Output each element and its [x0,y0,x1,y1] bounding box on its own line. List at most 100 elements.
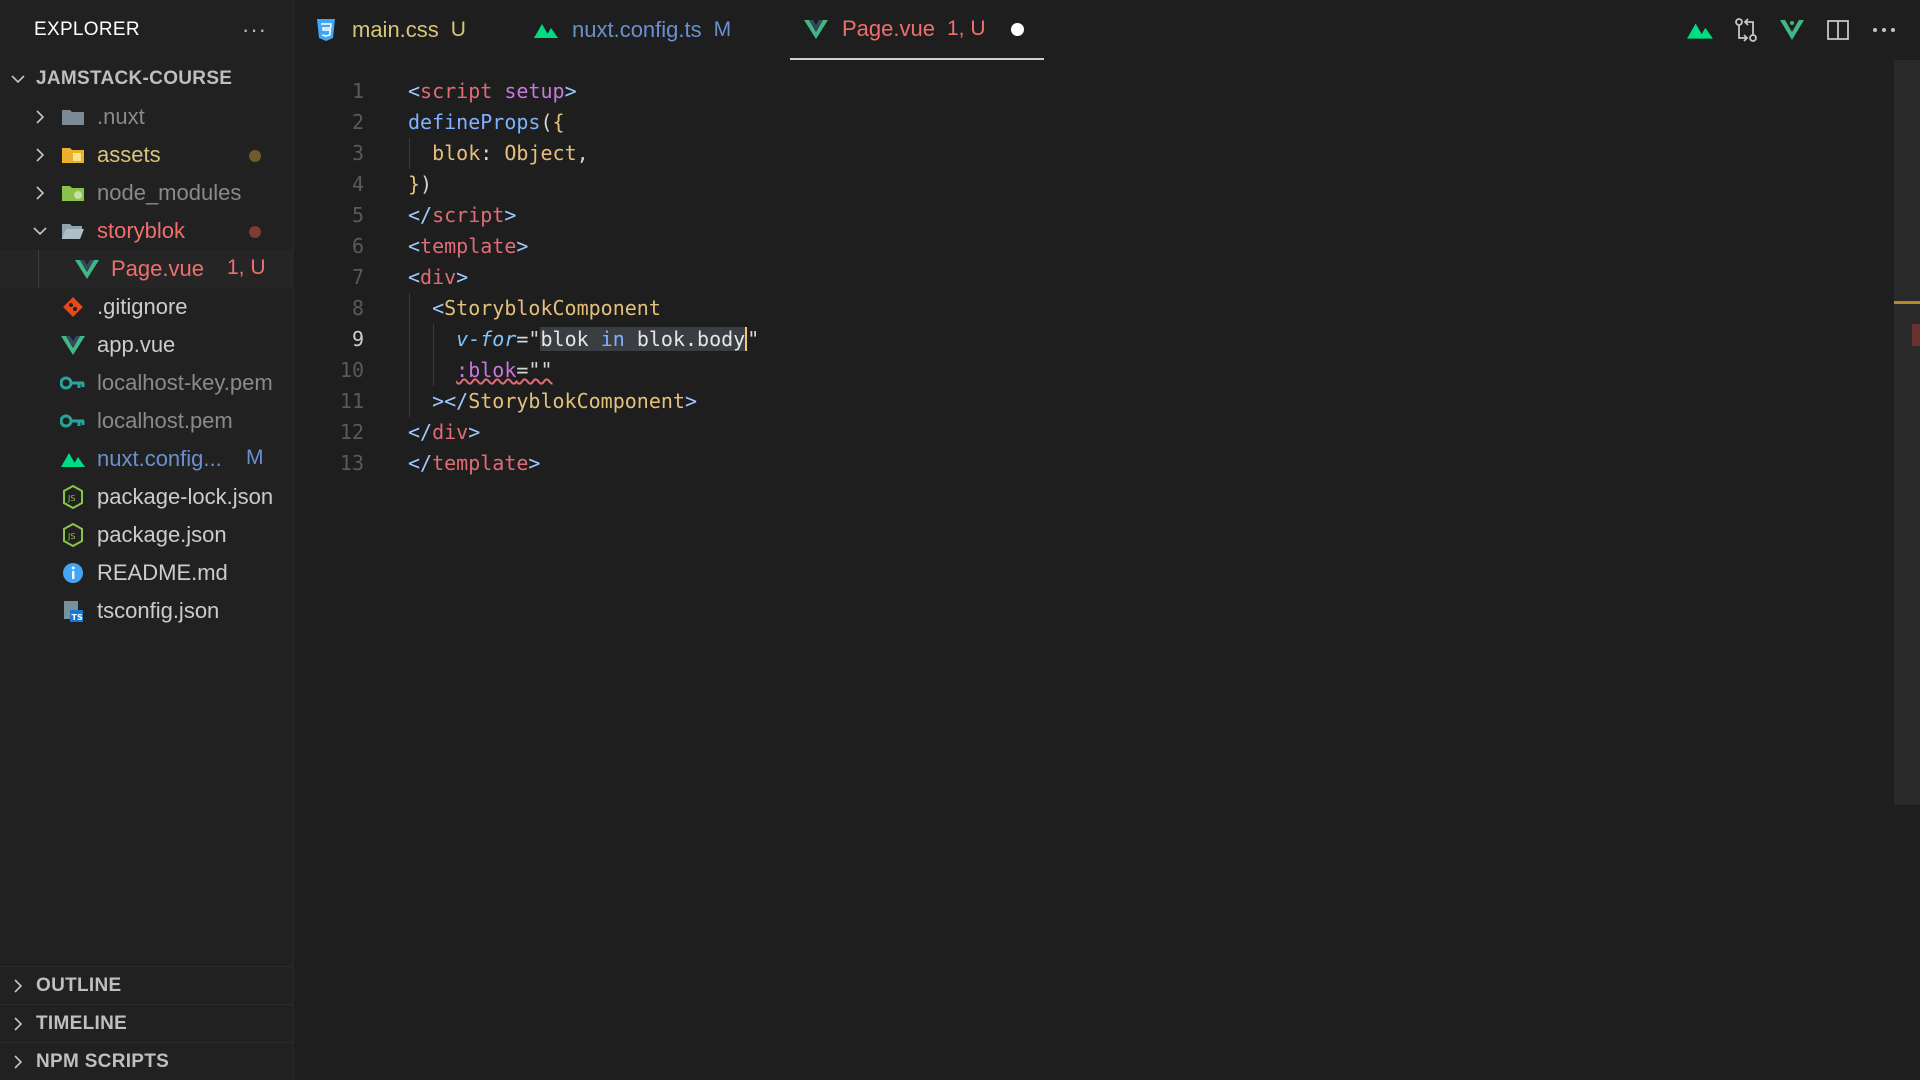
vue-icon [74,257,100,281]
code-line: 9 v-for="blok in blok.body " [294,324,1894,355]
line-number: 2 [351,110,364,134]
indent-guide [38,250,39,288]
tree-item-label: storyblok [97,218,186,243]
css-icon [312,16,340,44]
tab-page-vue[interactable]: Page.vue 1, U [790,0,1045,60]
svg-text:JS: JS [67,532,75,541]
code-line: 10 :blok="" [294,355,1894,386]
project-root[interactable]: JAMSTACK-COURSE [0,60,294,98]
code-line: 8 <StoryblokComponent [294,293,1894,324]
code-line: 3 blok: Object, [294,138,1894,169]
code-text: <script setup> [408,79,577,103]
svg-text:TS: TS [72,613,83,622]
tree-item-label: assets [97,142,161,167]
line-number: 4 [351,172,364,196]
line-number: 1 [351,79,364,103]
tree-item-tsconfig[interactable]: TS tsconfig.json [0,592,294,630]
tree-item-label: README.md [97,560,228,585]
tree-item-storyblok-folder[interactable]: storyblok [0,212,294,250]
more-actions-icon[interactable]: ··· [242,17,267,43]
code-line: 6 <template> [294,231,1894,262]
panel-outline[interactable]: OUTLINE [0,966,294,1004]
tree-item-label: localhost.pem [97,408,233,433]
tree-item-node-modules-folder[interactable]: node_modules [0,174,294,212]
chevron-right-icon [8,1014,28,1034]
code-line: 11 ></StoryblokComponent> [294,386,1894,417]
assets-folder-icon [60,143,86,167]
line-number: 7 [351,265,364,289]
tree-item-label: node_modules [97,180,242,205]
more-actions-icon[interactable] [1868,12,1900,48]
line-number: 8 [351,296,364,320]
tree-item-gitignore[interactable]: .gitignore [0,288,294,326]
tab-label: Page.vue [842,16,935,41]
tree-item-package-lock[interactable]: JS package-lock.json [0,478,294,516]
editor-scrollbar[interactable] [1894,60,1920,805]
chevron-right-icon [8,1052,28,1072]
split-editor-icon[interactable] [1822,12,1854,48]
tab-status: U [450,18,466,41]
tab-label: main.css [352,17,439,42]
panel-npm-scripts[interactable]: NPM SCRIPTS [0,1042,294,1080]
tree-item-label: .nuxt [97,104,145,129]
explorer-header: EXPLORER ··· [0,0,293,60]
nodejs-icon: JS [60,523,86,547]
tree-item-label: package.json [97,522,227,547]
svg-text:JS: JS [67,494,75,503]
tree-item-package-json[interactable]: JS package.json [0,516,294,554]
tree-item-readme[interactable]: README.md [0,554,294,592]
tab-status: M [713,18,732,41]
info-icon [60,561,86,585]
code-line: 1 <script setup> [294,76,1894,107]
code-line: 4 }) [294,169,1894,200]
unsaved-indicator[interactable] [1011,22,1025,36]
editor-toolbar [1684,12,1900,48]
explorer-sidebar: EXPLORER ··· JAMSTACK-COURSE .nuxt asset… [0,0,294,1080]
tree-item-localhost-pem[interactable]: localhost.pem [0,402,294,440]
sidebar-panels: OUTLINE TIMELINE NPM SCRIPTS [0,966,294,1080]
vue-devtools-icon[interactable] [1776,12,1808,48]
code-editor[interactable]: 1 <script setup> 2 defineProps({ 3 blok:… [294,60,1894,1080]
code-text: <div> [408,265,469,289]
tree-item-app-vue[interactable]: app.vue [0,326,294,364]
code-text: }) [408,172,433,196]
panel-timeline[interactable]: TIMELINE [0,1004,294,1042]
tree-item-label: tsconfig.json [97,598,220,623]
line-number: 10 [339,358,364,382]
code-text: :blok="" [456,358,553,382]
code-text: blok: Object, [432,141,589,165]
code-text: </script> [408,203,517,227]
tab-nuxt-config[interactable]: nuxt.config.ts M [532,0,731,60]
compare-changes-icon[interactable] [1730,12,1762,48]
code-text: </template> [408,451,541,475]
code-line: 7 <div> [294,262,1894,293]
chevron-right-icon [8,976,28,996]
chevron-right-icon [30,145,50,165]
tree-item-nuxt-config[interactable]: nuxt.config... M [0,440,294,478]
tree-item-label: package-lock.json [97,484,274,509]
tree-item-page-vue[interactable]: Page.vue 1, U [0,250,294,288]
code-line: 5 </script> [294,200,1894,231]
nodejs-icon: JS [60,485,86,509]
line-number: 6 [351,234,364,258]
tree-item-assets-folder[interactable]: assets [0,136,294,174]
code-text: defineProps({ [408,110,565,134]
tree-item-label: nuxt.config... [97,446,222,471]
tree-item-nuxt-folder[interactable]: .nuxt [0,98,294,136]
file-status-badge: M [246,446,264,469]
panel-label: OUTLINE [36,974,122,996]
tree-item-label: Page.vue [111,256,204,281]
nuxt-icon[interactable] [1684,12,1716,48]
folder-open-icon [60,219,86,243]
code-text: <template> [408,234,529,258]
key-icon [60,371,86,395]
line-number: 9 [351,327,364,351]
tab-label: nuxt.config.ts [572,17,702,42]
tab-main-css[interactable]: main.css U [312,0,466,60]
line-number: 5 [351,203,364,227]
project-name: JAMSTACK-COURSE [36,68,233,89]
editor-tab-bar: main.css U nuxt.config.ts M Page.vue 1, … [294,0,1920,60]
line-number: 13 [339,451,364,475]
tree-item-localhost-key-pem[interactable]: localhost-key.pem [0,364,294,402]
error-dot [249,226,261,238]
